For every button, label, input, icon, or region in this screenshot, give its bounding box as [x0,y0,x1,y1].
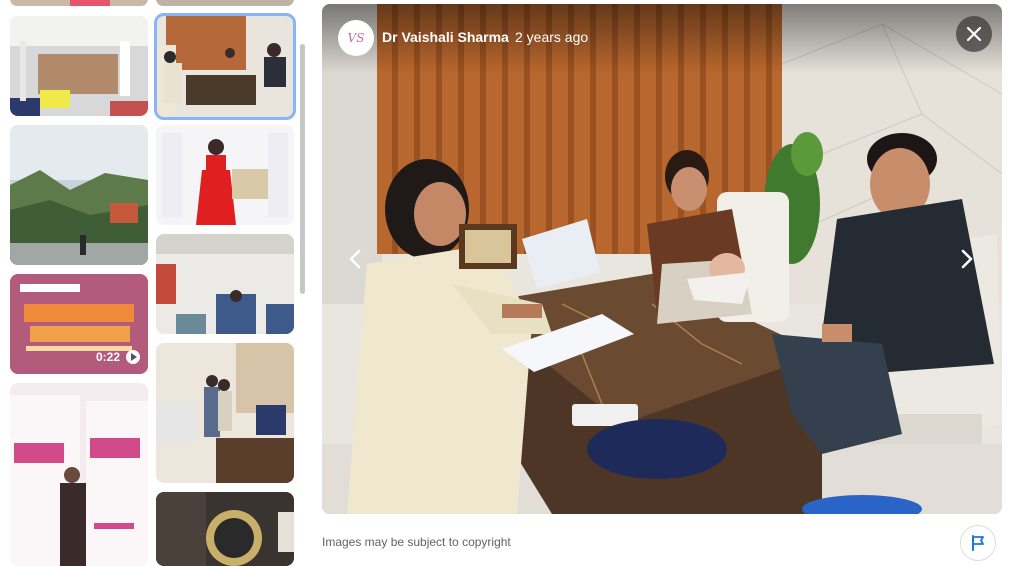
thumbnail-scrollbar[interactable] [300,44,305,294]
thumbnail-image[interactable] [156,125,294,225]
thumbnail-video[interactable]: 0:22 [10,274,148,374]
thumbnail-image[interactable] [10,125,148,265]
thumbnail-grid: 0:22 [0,0,306,566]
thumbnail-image[interactable] [10,16,148,116]
source-logo-text: VS [347,31,365,45]
chevron-left-icon [349,249,361,269]
play-icon [126,350,140,364]
thumbnail-image[interactable] [156,234,294,334]
thumbnail-image[interactable] [156,343,294,483]
close-button[interactable] [956,16,992,52]
close-icon [966,26,982,42]
thumbnail-image[interactable] [10,383,148,566]
previous-image-button[interactable] [342,244,368,274]
thumbnail-image[interactable] [156,492,294,566]
copyright-note: Images may be subject to copyright [322,535,511,549]
thumbnail-image[interactable] [156,0,294,6]
chevron-right-icon [961,249,973,269]
source-logo[interactable]: VS [338,20,374,56]
report-image-button[interactable] [960,525,996,561]
post-age: 2 years ago [515,29,589,45]
main-image [322,4,1002,514]
main-image-viewer: VS Dr Vaishali Sharma · 2 years ago [322,4,1002,514]
thumbnail-image[interactable] [10,0,148,6]
video-duration: 0:22 [96,350,140,364]
flag-icon [972,535,984,551]
source-name[interactable]: Dr Vaishali Sharma [382,29,509,45]
next-image-button[interactable] [954,244,980,274]
video-duration-label: 0:22 [95,350,120,364]
source-separator: · [505,29,510,45]
thumbnail-image-selected[interactable] [154,13,296,120]
image-viewer-page: 0:22 VS Dr Vaishali Sharma · 2 years ago… [0,0,1018,566]
